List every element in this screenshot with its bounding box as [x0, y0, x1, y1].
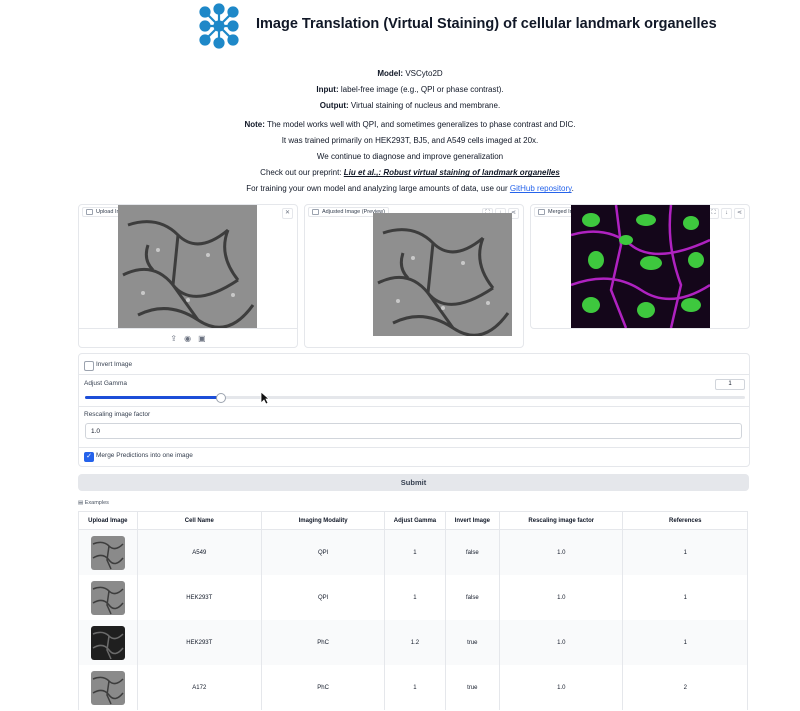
header-rescaling-factor: Rescaling image factor [499, 511, 624, 530]
cell-name: A172 [137, 665, 262, 710]
cell-name: A549 [137, 529, 262, 575]
merge-predictions-checkbox[interactable]: ✓ [84, 452, 94, 462]
clipboard-icon[interactable]: ▣ [198, 334, 206, 343]
example-thumbnail [90, 580, 125, 615]
table-row[interactable]: A549 QPI 1 false 1.0 1 [78, 529, 748, 575]
references: 2 [622, 665, 748, 710]
note-line-1: The model works well with QPI, and somet… [266, 119, 576, 129]
examples-label: ▤ Examples [78, 500, 109, 506]
preprint-prefix: Check out our preprint: [260, 168, 344, 178]
examples-table: Upload Image Cell Name Imaging Modality … [78, 511, 748, 710]
rescaling-factor: 1.0 [499, 620, 624, 665]
table-row[interactable]: A172 PhC 1 true 1.0 2 [78, 665, 748, 710]
upload-image-preview [118, 205, 257, 328]
invert-image: false [445, 529, 501, 575]
header-upload-image: Upload Image [78, 511, 138, 530]
adjust-gamma: 1 [384, 575, 446, 620]
share-icon[interactable]: ⋖ [734, 208, 745, 219]
example-thumbnail [90, 535, 125, 570]
rescale-input[interactable]: 1.0 [85, 423, 742, 439]
controls-panel: Invert Image Adjust Gamma 1 Rescaling im… [78, 353, 750, 467]
adjust-gamma-label: Adjust Gamma [84, 380, 127, 387]
examples-label-text: Examples [84, 500, 109, 506]
training-suffix: . [571, 184, 574, 194]
output-label: Output: [319, 101, 349, 111]
adjusted-image-panel: Adjusted Image (Preview) ⛶ ↓ ⋖ [304, 204, 524, 348]
imaging-modality: PhC [261, 620, 386, 665]
preprint-link[interactable]: Liu et al.,: Robust virtual staining of … [344, 168, 560, 177]
input-value: label-free image (e.g., QPI or phase con… [340, 85, 504, 95]
references: 1 [622, 575, 748, 620]
submit-button[interactable]: Submit [78, 474, 749, 491]
example-thumbnail [90, 625, 125, 660]
row-thumbnail[interactable] [78, 529, 138, 575]
gamma-slider-thumb[interactable] [216, 393, 227, 403]
download-icon[interactable]: ↓ [721, 208, 732, 219]
imaging-modality: QPI [261, 529, 386, 575]
merged-image-panel: Merged Image ⛶ ↓ ⋖ [530, 204, 750, 329]
image-icon [538, 209, 545, 215]
training-prefix: For training your own model and analyzin… [246, 184, 510, 194]
header-invert-image: Invert Image [444, 511, 501, 530]
input-label: Input: [316, 85, 339, 95]
github-link[interactable]: GitHub repository [510, 184, 572, 193]
model-value: VSCyto2D [405, 69, 443, 78]
header-references: References [622, 511, 748, 530]
rescaling-factor: 1.0 [499, 529, 624, 575]
rescaling-factor: 1.0 [499, 665, 624, 710]
upload-icon[interactable]: ⇪ [170, 334, 177, 343]
image-icon [86, 209, 93, 215]
rescaling-factor: 1.0 [499, 575, 624, 620]
output-value: Virtual staining of nucleus and membrane… [350, 101, 501, 111]
image-icon [312, 209, 319, 215]
merged-image-preview [571, 205, 710, 328]
cell-name: HEK293T [137, 575, 262, 620]
adjust-gamma: 1.2 [384, 620, 446, 665]
webcam-icon[interactable]: ◉ [184, 334, 191, 343]
clear-icon[interactable]: ✕ [282, 208, 293, 219]
invert-image: true [445, 665, 501, 710]
adjusted-image-preview [373, 213, 512, 336]
mouse-cursor-icon [260, 391, 270, 405]
adjust-gamma: 1 [384, 529, 446, 575]
header-imaging-modality: Imaging Modality [260, 511, 386, 530]
references: 1 [622, 529, 748, 575]
references: 1 [622, 620, 748, 665]
imaging-modality: QPI [261, 575, 386, 620]
gamma-number-input[interactable]: 1 [715, 379, 745, 390]
upload-toolbar: ⇪ ◉ ▣ [79, 328, 297, 347]
cell-texture [377, 228, 510, 336]
row-thumbnail[interactable] [78, 665, 138, 710]
upload-image-panel[interactable]: Upload Image ✕ ⇪ ◉ ▣ [78, 204, 298, 348]
row-thumbnail[interactable] [78, 620, 138, 665]
table-row[interactable]: HEK293T QPI 1 false 1.0 1 [78, 575, 748, 620]
model-info: Model: VSCyto2D Input: label-free image … [0, 66, 800, 198]
table-row[interactable]: HEK293T PhC 1.2 true 1.0 1 [78, 620, 748, 665]
header-adjust-gamma: Adjust Gamma [384, 511, 446, 530]
note-line-2: It was trained primarily on HEK293T, BJ5… [281, 135, 539, 145]
rescale-label: Rescaling image factor [84, 411, 151, 418]
merged-cells [571, 205, 710, 328]
note-label: Note: [244, 119, 265, 129]
invert-image: true [445, 620, 501, 665]
invert-image-checkbox[interactable] [84, 361, 94, 371]
model-label: Model: [377, 69, 404, 78]
invert-image: false [445, 575, 501, 620]
row-thumbnail[interactable] [78, 575, 138, 620]
cell-texture [122, 220, 255, 328]
note-line-3: We continue to diagnose and improve gene… [316, 152, 504, 162]
app-logo-icon [199, 3, 239, 49]
gamma-slider[interactable] [85, 393, 745, 403]
gamma-slider-fill [85, 396, 221, 399]
adjust-gamma: 1 [384, 665, 446, 710]
cell-name: HEK293T [137, 620, 262, 665]
header-cell-name: Cell Name [136, 511, 262, 530]
imaging-modality: PhC [261, 665, 386, 710]
page-title: Image Translation (Virtual Staining) of … [256, 16, 717, 32]
example-thumbnail [90, 670, 125, 705]
merge-predictions-label: Merge Predictions into one image [96, 452, 193, 459]
invert-image-label: Invert Image [96, 361, 133, 368]
